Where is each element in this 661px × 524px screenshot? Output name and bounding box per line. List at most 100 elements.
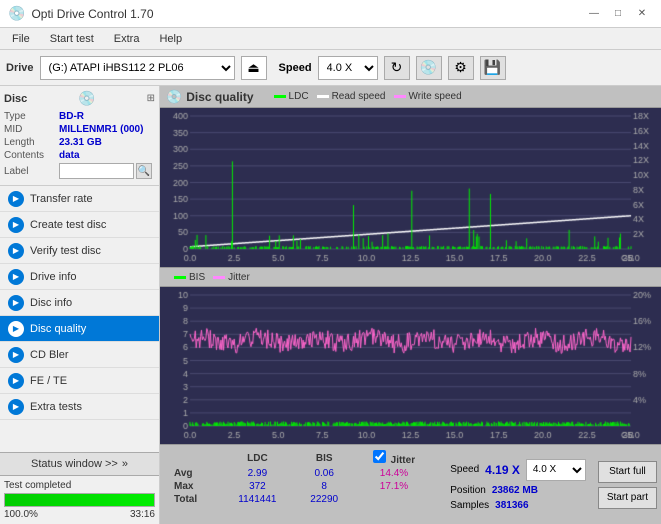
- bis-color: [174, 276, 186, 279]
- legend-read-speed: Read speed: [317, 91, 386, 102]
- extra-tests-label: Extra tests: [30, 401, 82, 413]
- chart-header: 💿 Disc quality LDC Read speed Write spee…: [160, 86, 661, 108]
- jitter-color: [213, 276, 225, 279]
- status-window-button[interactable]: Status window >> »: [0, 452, 159, 476]
- speed-static-label: Speed: [450, 464, 479, 475]
- samples-static-label: Samples: [450, 500, 489, 511]
- app-title: Opti Drive Control 1.70: [31, 7, 153, 21]
- menu-help[interactable]: Help: [151, 31, 190, 47]
- nav-items: ▶ Transfer rate ▶ Create test disc ▶ Ver…: [0, 186, 159, 452]
- nav-disc-quality[interactable]: ▶ Disc quality: [0, 316, 159, 342]
- total-ldc: 1141441: [220, 493, 295, 506]
- minimize-button[interactable]: —: [583, 5, 605, 23]
- maximize-button[interactable]: □: [607, 5, 629, 23]
- transfer-rate-label: Transfer rate: [30, 193, 93, 205]
- drive-label: Drive: [6, 62, 34, 74]
- nav-transfer-rate[interactable]: ▶ Transfer rate: [0, 186, 159, 212]
- drive-toolbar: Drive (G:) ATAPI iHBS112 2 PL06 ⏏ Speed …: [0, 50, 661, 86]
- status-window-label: Status window >>: [31, 458, 118, 470]
- menu-file[interactable]: File: [4, 31, 38, 47]
- write-speed-label: Write speed: [409, 91, 462, 102]
- disc-quality-label: Disc quality: [30, 323, 86, 335]
- drive-select[interactable]: (G:) ATAPI iHBS112 2 PL06: [40, 56, 235, 80]
- disc-icon-button[interactable]: 💿: [416, 56, 442, 80]
- bis-label: BIS: [189, 272, 205, 283]
- cd-bler-label: CD Bler: [30, 349, 69, 361]
- nav-verify-test-disc[interactable]: ▶ Verify test disc: [0, 238, 159, 264]
- nav-cd-bler[interactable]: ▶ CD Bler: [0, 342, 159, 368]
- refresh-button[interactable]: ↻: [384, 56, 410, 80]
- max-jitter: 17.1%: [354, 480, 435, 493]
- start-part-button[interactable]: Start part: [598, 487, 657, 509]
- jitter-col-header: Jitter: [354, 449, 435, 467]
- label-label: Label: [4, 166, 59, 177]
- disc-length-row: Length 23.31 GB: [4, 137, 155, 148]
- action-buttons: Start full Start part: [594, 445, 661, 524]
- chart-bottom: [160, 287, 661, 444]
- disc-label-input[interactable]: [59, 163, 134, 179]
- ldc-col-header: LDC: [220, 449, 295, 467]
- contents-value: data: [59, 150, 80, 161]
- speed-select[interactable]: 4.0 X 1.0 X 2.0 X 8.0 X: [318, 56, 378, 80]
- save-button[interactable]: 💾: [480, 56, 506, 80]
- label-edit-button[interactable]: 🔍: [136, 163, 152, 179]
- disc-contents-row: Contents data: [4, 150, 155, 161]
- chart2-legend: BIS Jitter: [174, 272, 250, 283]
- jitter-label: Jitter: [391, 455, 415, 466]
- avg-bis: 0.06: [295, 467, 354, 480]
- transfer-rate-icon: ▶: [8, 191, 24, 207]
- verify-test-disc-label: Verify test disc: [30, 245, 101, 257]
- position-value: 23862 MB: [492, 485, 538, 496]
- eject-button[interactable]: ⏏: [241, 56, 267, 80]
- nav-disc-info[interactable]: ▶ Disc info: [0, 290, 159, 316]
- fe-te-label: FE / TE: [30, 375, 67, 387]
- avg-jitter: 14.4%: [354, 467, 435, 480]
- jitter-checkbox[interactable]: [373, 450, 386, 463]
- bottom-chart-canvas: [160, 287, 661, 444]
- bis-col-header: BIS: [295, 449, 354, 467]
- legend-bis: BIS: [174, 272, 205, 283]
- length-value: 23.31 GB: [59, 137, 102, 148]
- settings-button[interactable]: ⚙: [448, 56, 474, 80]
- nav-drive-info[interactable]: ▶ Drive info: [0, 264, 159, 290]
- nav-fe-te[interactable]: ▶ FE / TE: [0, 368, 159, 394]
- nav-create-test-disc[interactable]: ▶ Create test disc: [0, 212, 159, 238]
- status-text: Test completed: [4, 480, 155, 491]
- chart2-legend-bar: BIS Jitter: [160, 267, 661, 287]
- progress-area: Test completed 100.0% 33:16: [0, 476, 159, 524]
- window-controls: — □ ✕: [583, 5, 653, 23]
- disc-section: Disc 💿 ⊞ Type BD-R MID MILLENMR1 (000) L…: [0, 86, 159, 186]
- right-content: 💿 Disc quality LDC Read speed Write spee…: [160, 86, 661, 524]
- disc-info-label: Disc info: [30, 297, 72, 309]
- menu-extra[interactable]: Extra: [106, 31, 148, 47]
- menu-start-test[interactable]: Start test: [42, 31, 102, 47]
- left-panel: Disc 💿 ⊞ Type BD-R MID MILLENMR1 (000) L…: [0, 86, 160, 524]
- max-ldc: 372: [220, 480, 295, 493]
- drive-info-icon: ▶: [8, 269, 24, 285]
- disc-fields: Type BD-R MID MILLENMR1 (000) Length 23.…: [4, 111, 155, 179]
- nav-extra-tests[interactable]: ▶ Extra tests: [0, 394, 159, 420]
- close-button[interactable]: ✕: [631, 5, 653, 23]
- fe-te-icon: ▶: [8, 373, 24, 389]
- stats-max-row: Max 372 8 17.1%: [168, 480, 434, 493]
- start-full-button[interactable]: Start full: [598, 461, 657, 483]
- type-label: Type: [4, 111, 59, 122]
- speed-bottom-select[interactable]: 4.0 X: [526, 459, 586, 481]
- ldc-label: LDC: [289, 91, 309, 102]
- chart-top: [160, 108, 661, 267]
- menubar: File Start test Extra Help: [0, 28, 661, 50]
- titlebar: 💿 Opti Drive Control 1.70 — □ ✕: [0, 0, 661, 28]
- progress-bar-container: [4, 493, 155, 507]
- extra-tests-icon: ▶: [8, 399, 24, 415]
- samples-value: 381366: [495, 500, 528, 511]
- total-bis: 22290: [295, 493, 354, 506]
- position-row: Position 23862 MB: [450, 485, 586, 496]
- progress-bar-fill: [5, 494, 154, 506]
- speed-row: Speed 4.19 X 4.0 X: [450, 459, 586, 481]
- position-static-label: Position: [450, 485, 486, 496]
- titlebar-left: 💿 Opti Drive Control 1.70: [8, 5, 154, 22]
- speed-info: Speed 4.19 X 4.0 X Position 23862 MB Sam…: [442, 445, 594, 524]
- type-value: BD-R: [59, 111, 84, 122]
- legend-write-speed: Write speed: [394, 91, 462, 102]
- disc-title: Disc: [4, 93, 27, 105]
